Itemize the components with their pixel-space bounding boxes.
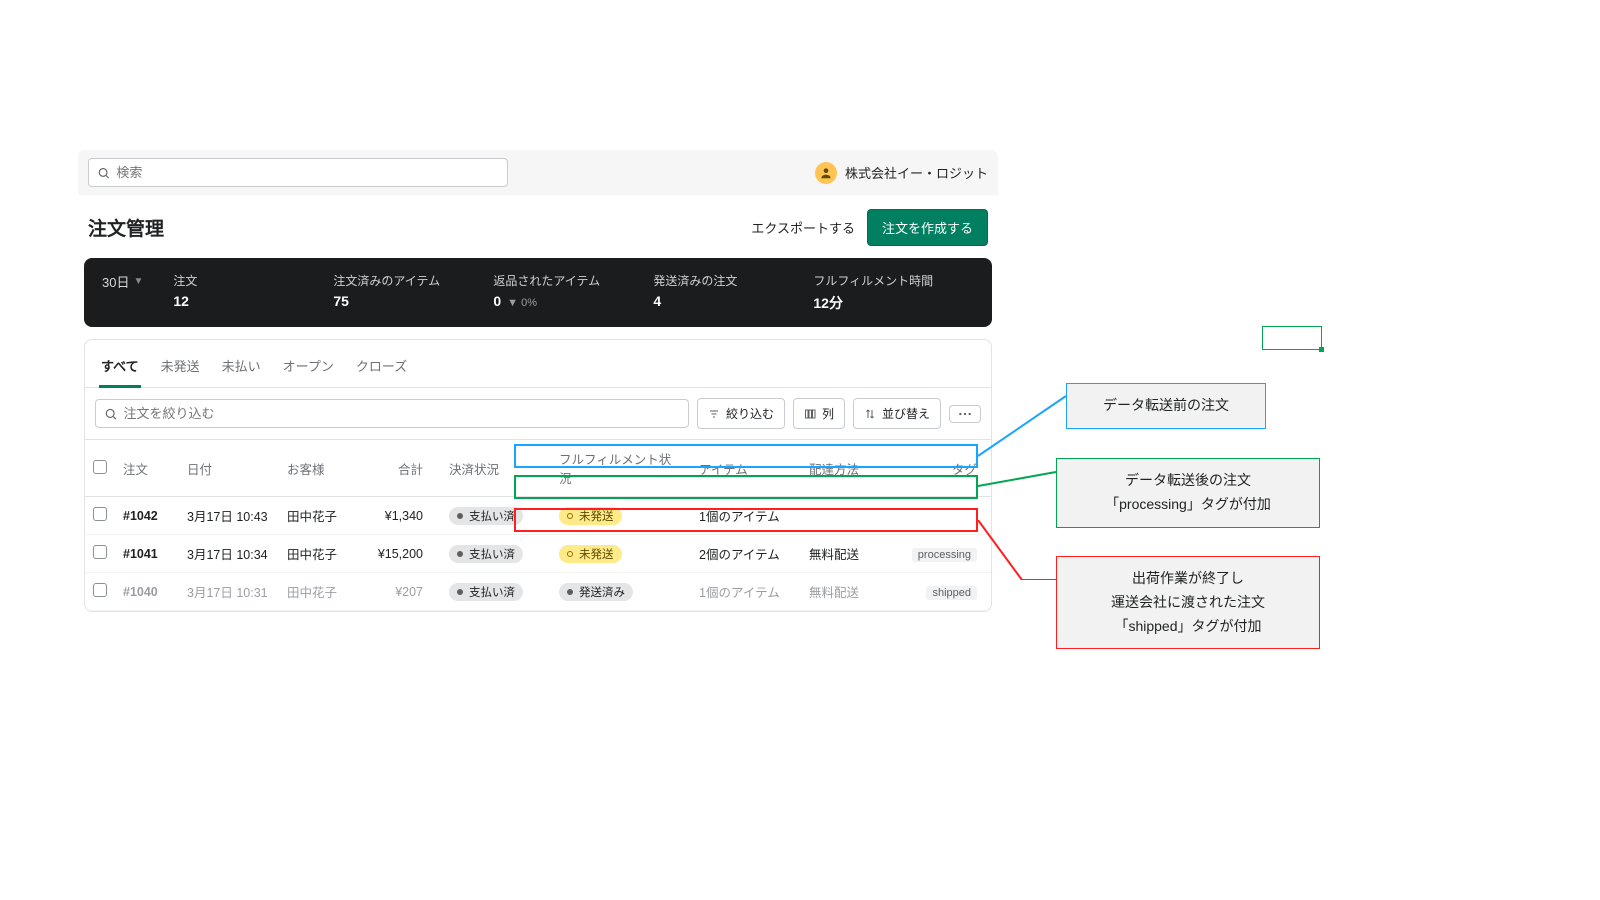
page-header: 注文管理 エクスポートする 注文を作成する [78,195,998,258]
customer-name[interactable]: 田中花子 [279,497,369,535]
page-actions: エクスポートする 注文を作成する [751,209,988,246]
stat-fulfill-time: フルフィルメント時間12分 [813,272,943,313]
tags-cell [901,497,991,535]
col-fulfillment[interactable]: フルフィルメント状況 [551,440,691,497]
order-total: ¥207 [369,573,441,611]
tag-chip: processing [912,548,977,562]
col-tags[interactable]: タグ [901,440,991,497]
order-id[interactable]: #1041 [115,535,179,573]
customer-name[interactable]: 田中花子 [279,535,369,573]
sort-button[interactable]: 並び替え [853,398,941,429]
delivery-method: 無料配送 [801,573,901,611]
items-count: 2個のアイテム [691,535,801,573]
chevron-down-icon: ▼ [133,276,143,287]
col-items[interactable]: アイテム [691,440,801,497]
stat-shipped: 発送済みの注文4 [653,272,783,309]
stat-items: 注文済みのアイテム75 [333,272,463,309]
row-checkbox[interactable] [93,507,107,521]
tabs: すべて 未発送 未払い オープン クローズ [85,340,991,388]
stat-returned: 返品されたアイテム0▼ 0% [493,272,623,309]
fulfillment-badge: 未発送 [559,507,622,525]
search-icon [104,407,118,421]
select-all-checkbox[interactable] [93,460,107,474]
search-input[interactable] [116,165,499,180]
items-count: 1個のアイテム [691,497,801,535]
create-order-button[interactable]: 注文を作成する [867,209,988,246]
admin-panel: 株式会社イー・ロジット 注文管理 エクスポートする 注文を作成する 30日▼ 注… [78,150,998,612]
order-date: 3月17日 10:31 [179,573,279,611]
items-count: 1個のアイテム [691,573,801,611]
table-row[interactable]: #10413月17日 10:34田中花子¥15,200 支払い済 未発送 2個のアイテ… [85,535,991,573]
tag-chip: shipped [926,586,977,600]
delivery-method: 無料配送 [801,535,901,573]
columns-button[interactable]: 列 [793,398,845,429]
more-button[interactable] [949,405,981,423]
tab-closed[interactable]: クローズ [354,350,409,387]
col-order[interactable]: 注文 [115,440,179,497]
table-row[interactable]: #10403月17日 10:31田中花子¥207 支払い済 発送済み 1個のアイテム無… [85,573,991,611]
topbar: 株式会社イー・ロジット [78,150,998,195]
export-button[interactable]: エクスポートする [751,218,855,237]
tags-cell: processing [901,535,991,573]
tab-unfulfilled[interactable]: 未発送 [159,350,202,387]
order-id[interactable]: #1040 [115,573,179,611]
tags-cell: shipped [901,573,991,611]
table-header: 注文 日付 お客様 合計 決済状況 フルフィルメント状況 アイテム 配達方法 タ… [85,440,991,497]
order-total: ¥15,200 [369,535,441,573]
customer-name[interactable]: 田中花子 [279,573,369,611]
narrow-button[interactable]: 絞り込む [697,398,785,429]
period-selector[interactable]: 30日▼ [102,272,143,291]
filter-row: 絞り込む 列 並び替え [85,388,991,440]
orders-card: すべて 未発送 未払い オープン クローズ 絞り込む 列 並び替え 注文 日付 [84,339,992,612]
delivery-method [801,497,901,535]
page-title: 注文管理 [88,214,164,241]
fulfillment-badge: 未発送 [559,545,622,563]
col-total[interactable]: 合計 [369,440,441,497]
col-date[interactable]: 日付 [179,440,279,497]
columns-icon [804,408,816,420]
selection-handle-box [1262,326,1322,350]
order-date: 3月17日 10:43 [179,497,279,535]
row-checkbox[interactable] [93,545,107,559]
stat-orders: 注文12 [173,272,303,309]
user-name: 株式会社イー・ロジット [845,163,988,182]
avatar-icon [815,162,837,184]
payment-badge: 支払い済 [449,545,523,563]
order-date: 3月17日 10:34 [179,535,279,573]
payment-badge: 支払い済 [449,583,523,601]
sort-icon [864,408,876,420]
more-icon [958,412,972,416]
col-delivery[interactable]: 配達方法 [801,440,901,497]
row-checkbox[interactable] [93,583,107,597]
tab-open[interactable]: オープン [281,350,336,387]
annotation-blue: データ転送前の注文 [1066,383,1266,429]
user-menu[interactable]: 株式会社イー・ロジット [815,162,988,184]
fulfillment-badge: 発送済み [559,583,633,601]
search-icon [97,166,110,180]
annotation-red: 出荷作業が終了し 運送会社に渡された注文 「shipped」タグが付加 [1056,556,1320,649]
filter-search[interactable] [95,399,689,428]
filter-icon [708,408,720,420]
col-payment[interactable]: 決済状況 [441,440,551,497]
annotation-green: データ転送後の注文 「processing」タグが付加 [1056,458,1320,528]
payment-badge: 支払い済 [449,507,523,525]
orders-table: 注文 日付 お客様 合計 決済状況 フルフィルメント状況 アイテム 配達方法 タ… [85,440,991,611]
tab-unpaid[interactable]: 未払い [220,350,263,387]
col-customer[interactable]: お客様 [279,440,369,497]
global-search[interactable] [88,158,508,187]
filter-input[interactable] [124,406,680,421]
table-row[interactable]: #10423月17日 10:43田中花子¥1,340 支払い済 未発送 1個のアイテム [85,497,991,535]
order-total: ¥1,340 [369,497,441,535]
tab-all[interactable]: すべて [99,350,141,388]
stats-bar: 30日▼ 注文12 注文済みのアイテム75 返品されたアイテム0▼ 0% 発送済… [84,258,992,327]
order-id[interactable]: #1042 [115,497,179,535]
